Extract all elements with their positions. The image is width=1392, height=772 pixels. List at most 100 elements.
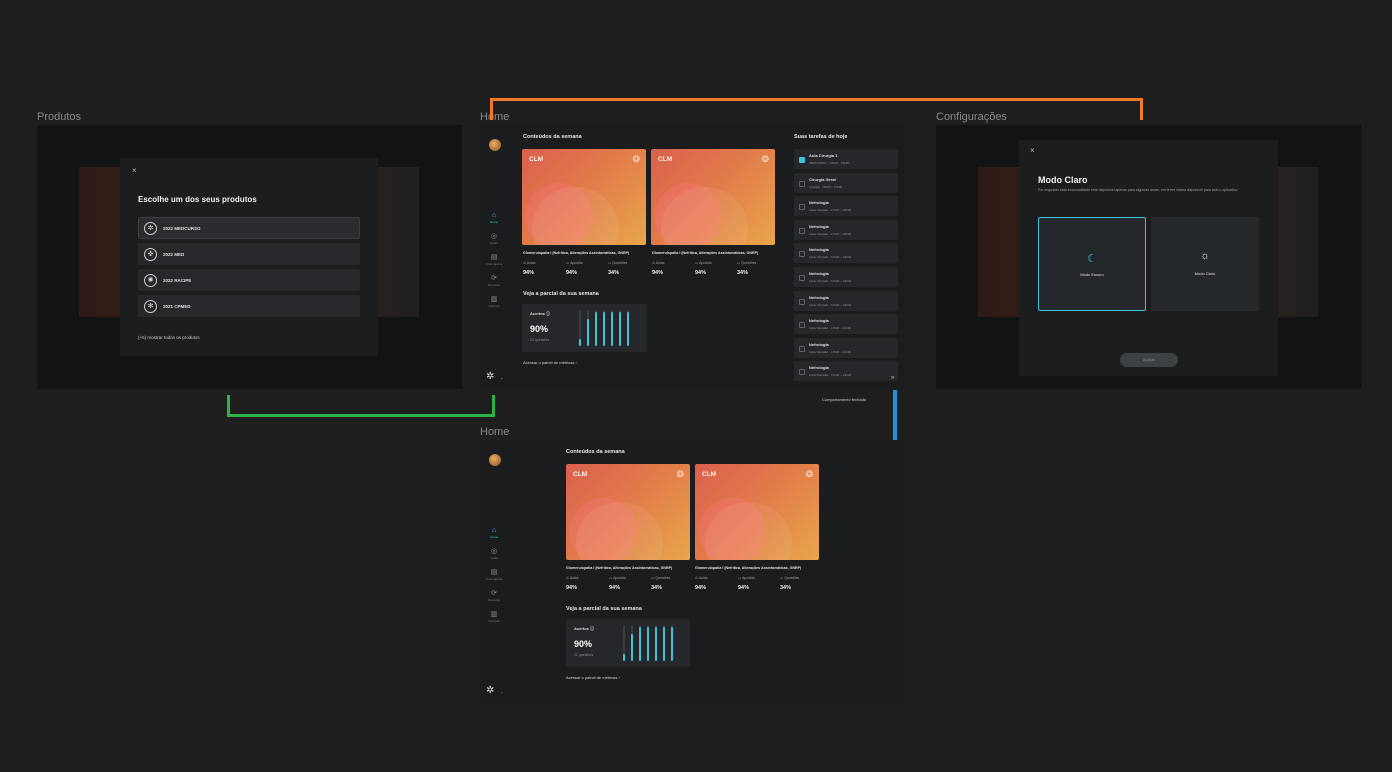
sidebar-item-aulas[interactable]: ◎ Aulas — [480, 233, 508, 245]
task-meta: Fazer Revisão · 17h00 – 19h00 — [809, 302, 852, 307]
task-item[interactable]: Nefrologia Fazer Revisão · 17h00 – 19h00 — [794, 314, 898, 335]
tasks-title: Suas tarefas de hoje — [794, 134, 848, 140]
avatar[interactable] — [489, 139, 501, 151]
metric-value: 90% — [574, 639, 593, 649]
task-checkbox[interactable] — [799, 275, 805, 281]
content-card[interactable]: CLM ❂ — [522, 149, 646, 245]
metric-sub: 12 questões — [530, 338, 550, 342]
task-meta: Fazer Revisão · 17h00 – 19h00 — [809, 231, 852, 236]
task-title: Nefrologia — [809, 294, 829, 300]
product-name: 2022 MED — [163, 252, 185, 257]
stat-label-apostila: ▭ Apostila — [566, 261, 583, 265]
card-tag: CLM — [702, 471, 717, 478]
sidebar-item-metricas[interactable]: ▥ Métricas — [480, 611, 508, 623]
metrics-link[interactable]: Acessar o painel de métricas › — [523, 360, 577, 365]
med-logo-icon: ✜ — [144, 248, 157, 261]
option-label: Modo Escuro — [1080, 272, 1104, 277]
chart-icon: ▥ — [490, 296, 498, 303]
bar — [671, 627, 673, 661]
apply-button[interactable]: Aplicar — [1120, 353, 1178, 367]
task-item[interactable]: Nefrologia Fazer Revisão · 17h00 – 19h00 — [794, 361, 898, 382]
task-item[interactable]: Nefrologia Fazer Revisão · 17h00 – 19h00 — [794, 196, 898, 217]
task-checkbox[interactable] — [799, 251, 805, 258]
show-all-link[interactable]: (+5) mostrar todos os produtos — [138, 335, 200, 340]
stat-value: 94% — [523, 270, 535, 276]
light-mode-option[interactable]: ☼ Modo Claro — [1151, 217, 1259, 311]
task-checkbox[interactable] — [799, 298, 805, 305]
sidebar-item-cronograma[interactable]: ▤ Cronograma — [480, 254, 508, 266]
stat-value: 34% — [780, 585, 792, 591]
avatar[interactable] — [489, 454, 501, 466]
home-frame: ⌂ Home ◎ Aulas ▤ Cronograma ⟳ Revisões ▥ Métr… — [480, 125, 905, 390]
metric-value: 90% — [530, 324, 549, 334]
metric-bars — [579, 310, 643, 346]
blue-connector — [893, 386, 897, 447]
metric-label: Acertos ⓘ — [574, 626, 595, 631]
task-checkbox[interactable] — [799, 157, 805, 163]
task-checkbox[interactable] — [799, 322, 805, 329]
modal-title: Modo Claro — [1038, 175, 1088, 185]
home-frame-collapsed: ⌂ Home ◎ Aulas ▤ Cronograma ⟳ Revisões ▥ Métr… — [480, 440, 905, 705]
stat-value: 94% — [738, 585, 750, 591]
sidebar-item-revisoes[interactable]: ⟳ Revisões — [480, 275, 508, 287]
product-item[interactable]: ✜ 2022 MED — [138, 243, 360, 265]
contents-title: Conteúdos da semana — [523, 134, 582, 140]
task-title: Nefrologia — [809, 365, 829, 371]
sidebar-item-cronograma[interactable]: ▤ Cronograma — [480, 569, 508, 581]
task-title: Aula Cirurgia 1 — [809, 153, 838, 158]
close-icon[interactable]: × — [132, 166, 137, 175]
metric-box: Acertos ⓘ 90% 12 questões — [522, 304, 647, 352]
bar — [623, 654, 625, 661]
sidebar-item-home[interactable]: ⌂ Home — [480, 527, 508, 539]
product-item[interactable]: ✲ 2022 MEDCURSO — [138, 217, 360, 239]
task-checkbox[interactable] — [799, 204, 805, 211]
task-checkbox[interactable] — [799, 180, 805, 187]
task-item[interactable]: Cirurgia Geral Cirurgia · 15h00 – 17h00 — [794, 172, 898, 193]
task-meta: Fazer Revisão · 17h00 – 19h00 — [809, 373, 852, 378]
task-item[interactable]: Aula Cirurgia 1 MEDCURSO · 13h00 – 15h00 — [794, 149, 898, 169]
task-checkbox[interactable] — [799, 227, 805, 234]
sidebar-item-home[interactable]: ⌂ Home — [480, 212, 508, 224]
task-meta: MEDCURSO · 13h00 – 15h00 — [809, 161, 850, 165]
chevron-down-icon: ⌄ — [500, 375, 504, 380]
metric-sub: 12 questões — [574, 653, 594, 657]
dark-mode-option[interactable]: ☾ Modo Escuro — [1038, 217, 1146, 311]
modal-title: Escolhe um dos seus produtos — [138, 195, 257, 204]
content-card[interactable]: CLM ❂ — [651, 149, 775, 245]
content-card[interactable]: CLM ❂ — [695, 464, 819, 560]
close-icon[interactable]: × — [1030, 146, 1035, 155]
chevron-down-icon: ⌄ — [500, 689, 504, 694]
product-name: 2022 RACIPE — [163, 278, 192, 283]
task-item[interactable]: Nefrologia Fazer Revisão · 17h00 – 19h00 — [794, 337, 898, 358]
green-connector — [227, 395, 495, 417]
task-title: Nefrologia — [809, 200, 829, 206]
task-item[interactable]: Nefrologia Fazer Revisão · 17h00 – 19h00 — [794, 243, 898, 264]
sidebar-item-aulas[interactable]: ◎ Aulas — [480, 548, 508, 560]
task-meta: Cirurgia · 15h00 – 17h00 — [809, 184, 843, 189]
card-caption: Glomerulopatia I (Nefrítica, Alterações … — [523, 251, 630, 255]
product-switcher-icon[interactable]: ✲ — [486, 371, 494, 382]
stat-label-questoes: ▭ Questões — [651, 576, 671, 580]
task-checkbox[interactable] — [799, 345, 805, 352]
bar — [587, 319, 589, 346]
task-item[interactable]: Nefrologia Fazer Revisão · 17h00 – 19h00 — [794, 290, 898, 311]
target-icon: ◎ — [490, 548, 498, 555]
task-item[interactable]: Nefrologia Fazer Revisão · 17h00 – 19h00 — [794, 267, 898, 287]
bar — [579, 339, 581, 346]
sidebar-item-metricas[interactable]: ▥ Métricas — [480, 296, 508, 308]
task-checkbox[interactable] — [799, 369, 805, 376]
collapse-icon[interactable]: » — [891, 375, 894, 381]
calendar-icon: ▤ — [490, 254, 498, 261]
product-item[interactable]: ✺ 2022 RACIPE — [138, 269, 360, 291]
sidebar-item-revisoes[interactable]: ⟳ Revisões — [480, 590, 508, 602]
contents-title: Conteúdos da semana — [566, 449, 625, 455]
task-item[interactable]: Nefrologia Fazer Revisão · 17h00 – 19h00 — [794, 219, 898, 240]
content-card[interactable]: CLM ❂ — [566, 464, 690, 560]
metrics-link[interactable]: Acessar o painel de métricas › — [566, 675, 620, 680]
stat-value: 94% — [652, 270, 664, 276]
product-switcher-icon[interactable]: ✲ — [486, 685, 494, 696]
stat-label-questoes: ▭ Questões — [737, 261, 757, 265]
modal-description: Por enquanto esta funcionalidade está di… — [1038, 188, 1239, 192]
product-item[interactable]: ✻ 2021 CPMED — [138, 295, 360, 317]
stat-value: 94% — [566, 270, 578, 276]
